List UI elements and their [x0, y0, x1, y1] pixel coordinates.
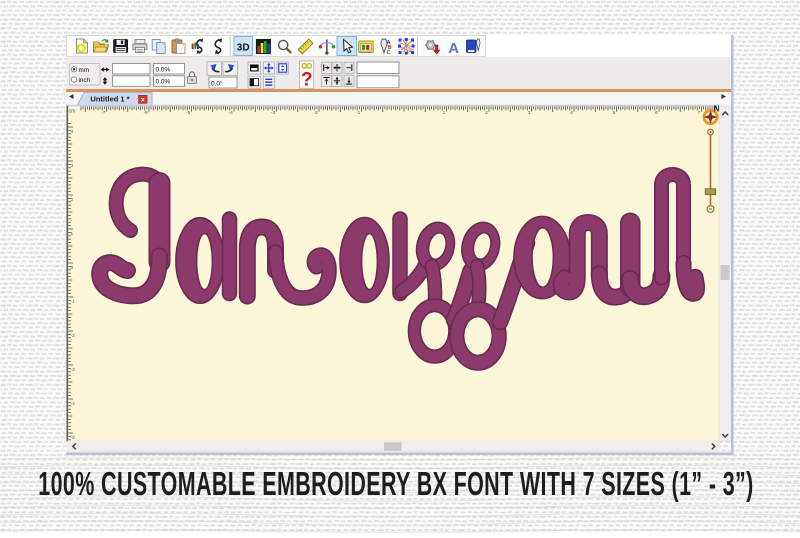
svg-text:100% CUSTOMABLE EMBROIDERY BX: 100% CUSTOMABLE EMBROIDERY BX FONT WITH …	[38, 465, 753, 502]
svg-text:A: A	[448, 40, 459, 57]
svg-text:-4: -4	[71, 401, 76, 407]
svg-text:2: 2	[71, 197, 74, 203]
svg-text:C: C	[387, 50, 391, 56]
svg-text:-7: -7	[101, 110, 106, 116]
svg-text:2: 2	[485, 110, 488, 116]
svg-text:3: 3	[71, 163, 74, 169]
svg-text:x: x	[141, 97, 145, 104]
svg-text:4: 4	[71, 129, 74, 135]
svg-text:-4: -4	[229, 110, 234, 116]
svg-text:3: 3	[528, 110, 531, 116]
svg-text:inch: inch	[79, 77, 91, 84]
svg-text:7: 7	[698, 110, 701, 116]
svg-text:0.0°: 0.0°	[211, 79, 223, 87]
svg-text:4: 4	[570, 110, 573, 116]
svg-text:1: 1	[71, 231, 74, 237]
svg-text:mm: mm	[79, 67, 90, 74]
svg-text:3D: 3D	[237, 43, 250, 54]
svg-text:0: 0	[71, 265, 74, 271]
svg-text:-2: -2	[314, 110, 319, 116]
svg-text:-1: -1	[356, 110, 361, 116]
svg-text:-3: -3	[71, 367, 76, 373]
svg-text:-5: -5	[186, 110, 191, 116]
svg-text:-2: -2	[71, 333, 76, 339]
svg-text:6: 6	[655, 110, 658, 116]
svg-text:0.0%: 0.0%	[156, 66, 171, 73]
svg-text:?: ?	[301, 70, 313, 91]
svg-text:Untitled 1 *: Untitled 1 *	[90, 95, 129, 104]
svg-text:-3: -3	[271, 110, 276, 116]
svg-text:5: 5	[613, 110, 616, 116]
svg-text:-1: -1	[71, 299, 76, 305]
svg-text:-6: -6	[144, 110, 149, 116]
svg-text:-5: -5	[71, 435, 76, 441]
svg-text:0.0%: 0.0%	[156, 79, 171, 86]
svg-text:cm: cm	[69, 109, 76, 115]
svg-text:1: 1	[443, 110, 446, 116]
